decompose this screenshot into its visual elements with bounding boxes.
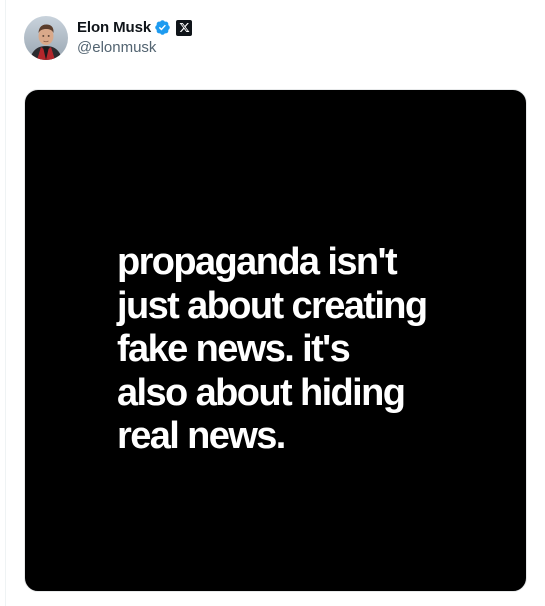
quote-text: propaganda isn't just about creating fak… — [117, 241, 477, 459]
handle[interactable]: @elonmusk — [77, 39, 192, 59]
quote-line: just about creating — [117, 284, 428, 327]
x-logo-icon[interactable] — [176, 19, 193, 36]
avatar[interactable] — [24, 16, 68, 60]
display-name[interactable]: Elon Musk — [77, 19, 151, 36]
name-row: Elon Musk — [77, 18, 193, 38]
quote-line: propaganda isn't — [117, 241, 398, 283]
x-logo-glyph — [179, 23, 190, 32]
tweet-card: Elon Musk @elonmusk propaganda isn't jus… — [0, 0, 545, 606]
verified-badge-icon[interactable] — [154, 19, 171, 36]
tweet-header: Elon Musk @elonmusk — [24, 16, 193, 60]
media-image[interactable]: propaganda isn't just about creating fak… — [24, 89, 527, 592]
quote-line: real news. — [117, 415, 286, 457]
author-identity: Elon Musk @elonmusk — [77, 18, 193, 59]
quote-line: also about hiding — [117, 371, 406, 414]
avatar-image — [24, 16, 68, 60]
divider — [5, 0, 6, 606]
quote-line: fake news. it's — [117, 328, 351, 370]
